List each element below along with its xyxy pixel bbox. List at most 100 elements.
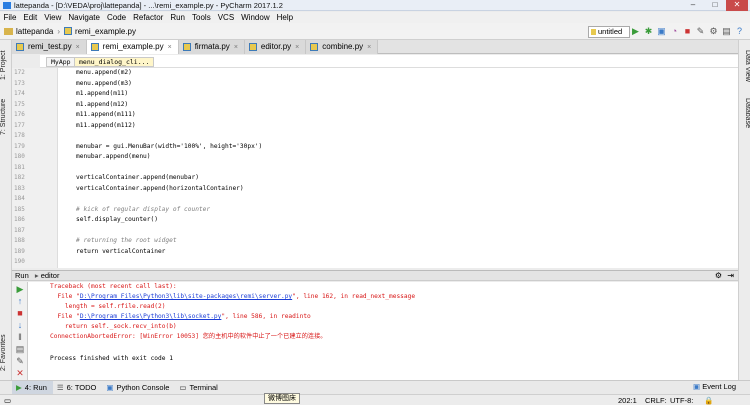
line-number: 172 [14, 69, 25, 76]
run-panel-config[interactable]: editor [41, 271, 60, 280]
database-tool-tab[interactable]: Database [740, 98, 750, 138]
bottom-tab[interactable]: ▭ Terminal [175, 381, 223, 395]
menu-item-navigate[interactable]: Navigate [65, 12, 104, 23]
console-text: Traceback (most recent call last): [50, 283, 177, 290]
code-line: 174 m1.append(m11) [12, 89, 738, 100]
pin-icon[interactable]: ✎ [15, 356, 25, 366]
nav-file[interactable]: remi_example.py [75, 27, 136, 36]
code-line: 173 menu.append(m3) [12, 79, 738, 90]
settings-icon[interactable]: ⚙ [709, 26, 718, 36]
code-text: m11.append(m111) [76, 111, 136, 118]
code-text: m1.append(m12) [76, 100, 129, 108]
breadcrumb-method[interactable]: menu_dialog_cli... [74, 57, 155, 67]
line-number: 186 [14, 216, 25, 223]
console-text: ", line 586, in readinto [221, 313, 311, 320]
gear-icon[interactable]: ⚙ [715, 271, 722, 281]
menu-item-refactor[interactable]: Refactor [130, 12, 167, 23]
folder-icon [4, 27, 13, 35]
console-line: ConnectionAbortedError: [WinError 10053]… [50, 332, 326, 342]
menu-item-run[interactable]: Run [167, 12, 189, 23]
structure-icon[interactable]: ▤ [722, 26, 731, 36]
caret-position[interactable]: 202:1 [618, 395, 637, 405]
line-separator[interactable]: CRLF: [645, 395, 667, 405]
code-line: 184 [12, 194, 738, 205]
structure-tool-tab[interactable]: 7: Structure [0, 92, 12, 142]
console-text: File " [50, 293, 80, 300]
console-file-link[interactable]: D:\Program Files\Python3\lib\socket.py [80, 313, 222, 320]
status-icon: ▭ [4, 396, 12, 405]
tab-close-icon[interactable]: × [367, 44, 371, 51]
run-panel-header: Run ▸ editor ⚙ ⇥ [12, 270, 738, 281]
menu-item-window[interactable]: Window [238, 12, 273, 23]
minimize-button[interactable]: – [682, 0, 704, 11]
bottom-tab[interactable]: ☰ 6: TODO [53, 381, 102, 395]
lock-icon[interactable]: 🔒 [704, 395, 713, 405]
editor-tab[interactable]: remi_example.py × [86, 40, 179, 54]
menu-item-view[interactable]: View [41, 12, 65, 23]
run-icon[interactable]: ▶ [631, 26, 640, 36]
line-number: 187 [14, 226, 25, 234]
bottom-tab[interactable]: ▶ 4: Run [12, 380, 53, 395]
code-line: 177 m11.append(m112) [12, 121, 738, 132]
project-tool-tab[interactable]: 1: Project [0, 44, 12, 86]
menu-item-edit[interactable]: Edit [20, 12, 41, 23]
event-log-tab[interactable]: ▣ Event Log [693, 380, 736, 394]
maximize-button[interactable]: □ [704, 0, 726, 11]
editor-tab[interactable]: editor.py × [244, 40, 307, 54]
code-line: 188 # returning the root widget [12, 236, 738, 247]
bottom-tab[interactable]: ▣ Python Console [102, 381, 175, 395]
event-log-icon: ▣ [693, 382, 701, 391]
menu-item-vcs[interactable]: VCS [214, 12, 237, 23]
line-number: 174 [14, 90, 25, 97]
nav-project[interactable]: lattepanda [16, 27, 53, 36]
stop-icon[interactable]: ■ [15, 308, 25, 318]
file-encoding[interactable]: UTF-8: [670, 395, 693, 405]
breadcrumb-class[interactable]: MyApp [46, 57, 76, 67]
tab-close-icon[interactable]: × [168, 44, 172, 51]
line-number: 182 [14, 174, 25, 181]
data-view-tool-tab[interactable]: Data View [740, 50, 750, 90]
line-number: 188 [14, 237, 25, 244]
scroll-down-icon[interactable]: ↓ [15, 320, 25, 330]
favorites-tool-tab[interactable]: 2: Favorites [0, 330, 12, 376]
menu-item-file[interactable]: File [0, 12, 20, 23]
editor-tab[interactable]: combine.py × [306, 40, 379, 54]
tab-close-icon[interactable]: × [295, 44, 299, 51]
help-icon[interactable]: ? [735, 26, 744, 36]
debug-icon[interactable]: ✱ [644, 26, 653, 36]
profile-icon[interactable]: ◔ [670, 26, 679, 36]
rerun-icon[interactable]: ▶ [15, 284, 25, 294]
code-line: 185 # kick of regular display of counter [12, 205, 738, 216]
menu-item-help[interactable]: Help [273, 12, 296, 23]
run-console[interactable]: Traceback (most recent call last): File … [28, 282, 738, 380]
code-text: menubar.append(menu) [76, 153, 151, 160]
run-config-select[interactable]: untitled [588, 26, 630, 38]
code-text: menu.append(m3) [76, 79, 132, 87]
tab-label: remi_example.py [102, 42, 164, 51]
hide-panel-icon[interactable]: ⇥ [727, 271, 734, 281]
close-run-icon[interactable]: ✕ [15, 368, 25, 378]
menu-item-code[interactable]: Code [103, 12, 129, 23]
bottom-tab-icon: ▶ [16, 382, 22, 392]
editor-tab[interactable]: firmata.py × [178, 40, 245, 54]
pause-icon[interactable]: ‖ [15, 332, 25, 342]
stop-icon[interactable]: ■ [683, 26, 692, 36]
code-text: m11.append(m112) [76, 121, 136, 129]
tab-label: firmata.py [194, 42, 230, 51]
editor-tab[interactable]: remi_test.py × [12, 40, 87, 54]
tab-close-icon[interactable]: × [76, 44, 80, 51]
code-text: menubar = gui.MenuBar(width='100%', heig… [76, 142, 263, 150]
scroll-up-icon[interactable]: ↑ [15, 296, 25, 306]
tab-close-icon[interactable]: × [234, 44, 238, 51]
line-number: 184 [14, 195, 25, 202]
python-file-icon [310, 43, 319, 51]
code-line: 180 menubar.append(menu) [12, 152, 738, 163]
console-file-link[interactable]: D:\Program Files\Python3\lib\site-packag… [80, 293, 292, 300]
print-icon[interactable]: ▤ [15, 344, 25, 354]
vcs-icon[interactable]: ✎ [696, 26, 705, 36]
close-button[interactable]: ✕ [726, 0, 748, 11]
menu-item-tools[interactable]: Tools [189, 12, 215, 23]
code-editor[interactable]: 172 menu.append(m2) 173 menu.append(m3) 174 m… [12, 68, 738, 268]
coverage-icon[interactable]: ▣ [657, 26, 666, 36]
line-number: 181 [14, 163, 25, 171]
